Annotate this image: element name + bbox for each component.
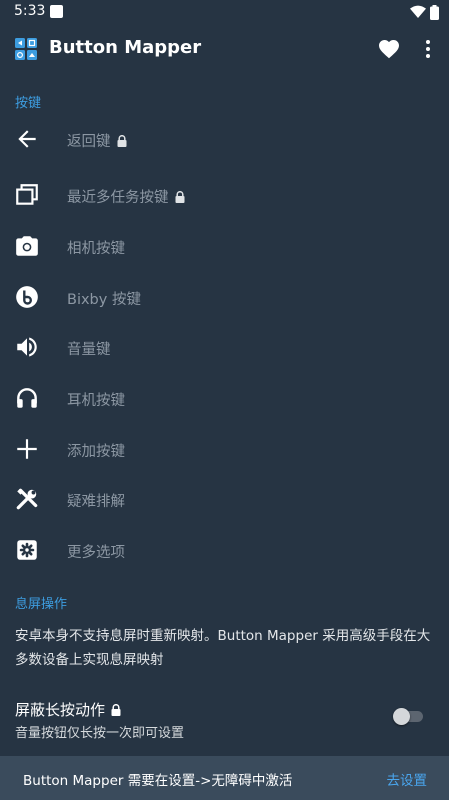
lock-icon [111, 704, 121, 716]
lock-icon [117, 135, 126, 147]
recents-icon [16, 184, 38, 205]
item-label: 疑难排解 [67, 494, 125, 510]
item-label: 相机按键 [67, 241, 125, 257]
item-label: 音量键 [67, 342, 111, 358]
block-long-press-row[interactable]: 屏蔽长按动作 音量按钮仅长按一次即可设置 [0, 695, 449, 745]
switch-title: 屏蔽长按动作 [15, 701, 106, 719]
section-header-buttons: 按键 [15, 96, 42, 111]
snackbar-message: Button Mapper 需要在设置->无障碍中激活 [23, 773, 293, 789]
block-long-press-toggle[interactable] [393, 706, 423, 726]
favorite-heart-icon[interactable] [377, 37, 401, 61]
lock-icon [175, 191, 184, 203]
item-label: 更多选项 [67, 545, 125, 561]
app-bar: Button Mapper [0, 24, 449, 74]
item-label: Bixby 按键 [67, 292, 141, 308]
switch-subtitle: 音量按钮仅长按一次即可设置 [15, 726, 185, 741]
app-title: Button Mapper [49, 37, 202, 58]
arrow-left-icon [18, 130, 36, 148]
item-label: 最近多任务按键 [67, 190, 169, 206]
status-time: 5:33 [14, 3, 46, 19]
camera-icon [16, 236, 38, 256]
list-item-headphone-key[interactable]: 耳机按键 [0, 373, 449, 423]
settings-icon [17, 540, 37, 560]
list-item-volume-key[interactable]: 音量键 [0, 322, 449, 372]
bixby-icon [16, 286, 38, 308]
wifi-icon [410, 5, 426, 19]
list-item-add-key[interactable]: 添加按键 [0, 424, 449, 474]
battery-icon [430, 4, 439, 20]
list-item-camera-key[interactable]: 相机按键 [0, 221, 449, 271]
more-options-icon[interactable] [418, 37, 438, 61]
status-icons [410, 4, 439, 20]
item-label: 返回键 [67, 134, 111, 150]
list-item-recents-key[interactable]: 最近多任务按键 [0, 170, 449, 220]
list-item-troubleshoot[interactable]: 疑难排解 [0, 474, 449, 524]
status-bar: 5:33 [0, 0, 449, 24]
tools-icon [16, 488, 38, 510]
toggle-thumb [393, 708, 410, 725]
snackbar: Button Mapper 需要在设置->无障碍中激活 去设置 [0, 756, 449, 800]
list-item-more-options[interactable]: 更多选项 [0, 525, 449, 575]
plus-icon [17, 439, 37, 459]
section-header-screen-off: 息屏操作 [15, 597, 68, 612]
notification-icon [50, 5, 63, 18]
go-to-settings-button[interactable]: 去设置 [387, 769, 428, 789]
screen-off-description: 安卓本身不支持息屏时重新映射。Button Mapper 采用高级手段在大多数设… [15, 628, 431, 668]
item-label: 耳机按键 [67, 393, 125, 409]
list-item-bixby-key[interactable]: Bixby 按键 [0, 272, 449, 322]
app-logo-icon [15, 38, 37, 60]
item-label: 添加按键 [67, 444, 125, 460]
headphones-icon [17, 388, 37, 408]
volume-icon [17, 337, 37, 357]
list-item-back-key[interactable]: 返回键 [0, 114, 449, 164]
